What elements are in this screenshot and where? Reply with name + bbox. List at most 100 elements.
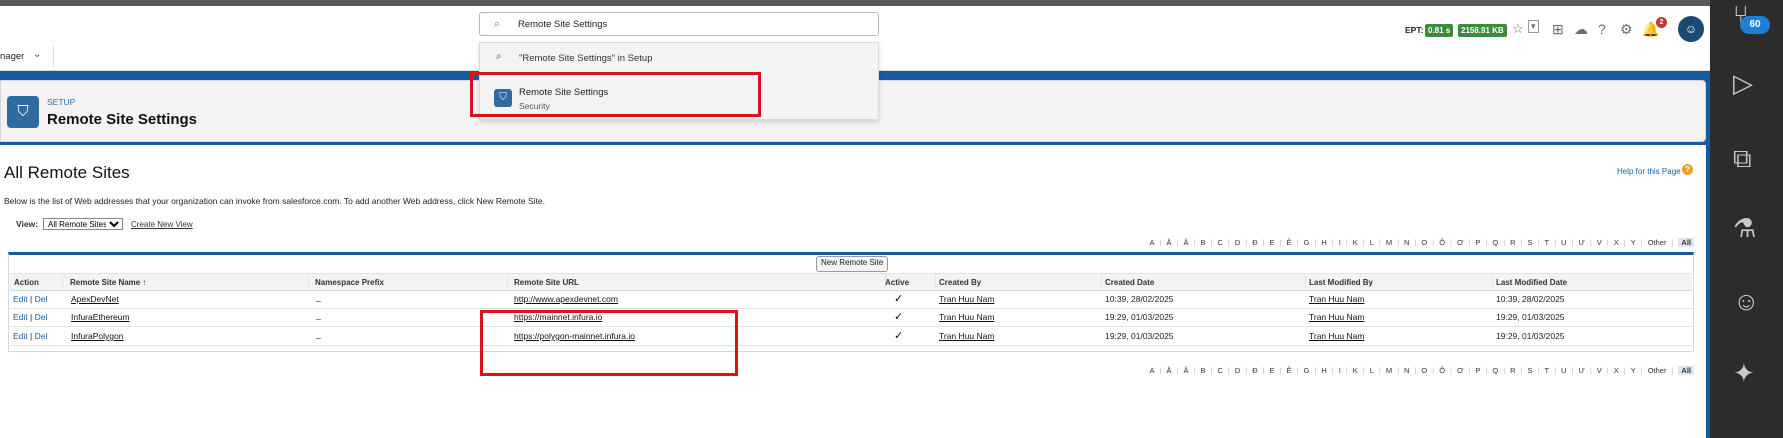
alpha-filter-letter[interactable]: U [1561, 238, 1566, 247]
alpha-filter-letter[interactable]: I [1339, 366, 1341, 375]
run-debug-icon[interactable]: ▷ [1733, 70, 1753, 96]
alpha-filter-letter[interactable]: S [1528, 366, 1533, 375]
alpha-filter-letter[interactable]: Q [1492, 238, 1498, 247]
alpha-filter-letter[interactable]: X [1614, 238, 1619, 247]
alpha-filter-letter[interactable]: H [1321, 366, 1326, 375]
alpha-filter-letter[interactable]: N [1404, 366, 1409, 375]
create-new-view-link[interactable]: Create New View [131, 220, 193, 229]
favorites-dropdown-icon[interactable]: ▾ [1528, 20, 1539, 33]
remote-site-name-link[interactable]: ApexDevNet [71, 294, 119, 304]
alpha-filter-letter[interactable]: H [1321, 238, 1326, 247]
alpha-filter-letter[interactable]: Q [1492, 366, 1498, 375]
alpha-filter-letter[interactable]: L [1370, 366, 1374, 375]
new-remote-site-button[interactable]: New Remote Site [816, 256, 889, 272]
alpha-filter-letter[interactable]: U [1561, 366, 1566, 375]
alpha-filter-letter[interactable]: B [1200, 366, 1205, 375]
edit-link[interactable]: Edit [13, 312, 28, 322]
alpha-filter-letter[interactable]: G [1304, 238, 1310, 247]
edit-link[interactable]: Edit [13, 331, 28, 341]
last-modified-by-link[interactable]: Tran Huu Nam [1309, 294, 1364, 304]
search-in-setup-option[interactable]: ⌕ "Remote Site Settings" in Setup [480, 49, 878, 67]
user-avatar[interactable]: ☺ [1678, 16, 1704, 42]
alpha-filter-letter[interactable]: Đ [1252, 238, 1257, 247]
alpha-filter-letter[interactable]: Y [1631, 366, 1636, 375]
alpha-filter-letter[interactable]: A [1150, 366, 1155, 375]
alpha-filter-letter[interactable]: X [1614, 366, 1619, 375]
alpha-filter-letter[interactable]: V [1597, 238, 1602, 247]
global-actions-icon[interactable]: ⊞ [1552, 21, 1564, 38]
alpha-filter-letter[interactable]: R [1510, 238, 1515, 247]
sparkle-icon[interactable]: ✦ [1733, 360, 1755, 386]
trailhead-icon[interactable]: ☁ [1574, 21, 1588, 38]
alpha-filter-letter[interactable]: D [1235, 238, 1240, 247]
alpha-filter-letter[interactable]: C [1217, 366, 1222, 375]
created-by-link[interactable]: Tran Huu Nam [939, 294, 994, 304]
alpha-filter-letter[interactable]: T [1545, 366, 1550, 375]
search-input[interactable] [518, 16, 858, 32]
last-modified-by-link[interactable]: Tran Huu Nam [1309, 331, 1364, 341]
alpha-filter-letter[interactable]: Ư [1578, 366, 1584, 375]
extensions-icon[interactable]: ⧉ [1733, 145, 1752, 171]
help-icon[interactable]: ? [1598, 21, 1606, 37]
alpha-filter-letter[interactable]: Ư [1578, 238, 1584, 247]
alpha-filter-all[interactable]: All [1678, 238, 1694, 247]
alpha-filter-letter[interactable]: Â [1184, 366, 1189, 375]
remote-site-url[interactable]: http://www.apexdevnet.com [514, 294, 618, 304]
created-by-link[interactable]: Tran Huu Nam [939, 331, 994, 341]
setup-eyebrow[interactable]: SETUP [47, 97, 75, 107]
remote-site-name-link[interactable]: InfuraPolygon [71, 331, 123, 341]
col-remote-site-name[interactable]: Remote Site Name ↑ [70, 278, 146, 287]
copilot-icon[interactable]: ☺ [1733, 288, 1760, 314]
col-active[interactable]: Active [885, 278, 909, 287]
remote-site-url[interactable]: https://polygon-mainnet.infura.io [514, 331, 635, 341]
alpha-filter-letter[interactable]: N [1404, 238, 1409, 247]
alpha-filter-letter[interactable]: Ê [1287, 238, 1292, 247]
col-last-modified-date[interactable]: Last Modified Date [1496, 278, 1567, 287]
alpha-filter-letter[interactable]: V [1597, 366, 1602, 375]
app-name[interactable]: nager [0, 51, 24, 62]
alpha-filter-letter[interactable]: Ă [1167, 238, 1172, 247]
alpha-filter-letter[interactable]: Ô [1439, 238, 1445, 247]
alpha-filter-letter[interactable]: M [1386, 238, 1392, 247]
remote-site-name-link[interactable]: InfuraEthereum [71, 312, 130, 322]
alpha-filter-letter[interactable]: L [1370, 238, 1374, 247]
alpha-filter-other[interactable]: Other [1648, 238, 1667, 247]
col-last-modified-by[interactable]: Last Modified By [1309, 278, 1373, 287]
alpha-filter-letter[interactable]: K [1353, 366, 1358, 375]
alpha-filter-letter[interactable]: Y [1631, 238, 1636, 247]
alpha-filter-letter[interactable]: D [1235, 366, 1240, 375]
alpha-filter-letter[interactable]: R [1510, 366, 1515, 375]
alpha-filter-letter[interactable]: Ơ [1457, 238, 1463, 247]
alpha-filter-letter[interactable]: Â [1184, 238, 1189, 247]
view-select[interactable]: All Remote Sites [43, 218, 123, 230]
testing-flask-icon[interactable]: ⚗ [1733, 215, 1756, 241]
help-question-icon[interactable]: ? [1682, 164, 1693, 175]
alpha-filter-letter[interactable]: Đ [1252, 366, 1257, 375]
alpha-filter-letter[interactable]: A [1150, 238, 1155, 247]
col-created-date[interactable]: Created Date [1105, 278, 1154, 287]
alpha-filter-letter[interactable]: O [1421, 366, 1427, 375]
setup-gear-icon[interactable]: ⚙ [1620, 21, 1633, 38]
col-remote-site-url[interactable]: Remote Site URL [514, 278, 579, 287]
col-namespace-prefix[interactable]: Namespace Prefix [315, 278, 384, 287]
remote-site-url[interactable]: https://mainnet.infura.io [514, 312, 602, 322]
search-result-remote-site-settings[interactable]: ⛉ Remote Site Settings Security [480, 77, 878, 117]
alpha-filter-letter[interactable]: S [1528, 238, 1533, 247]
col-created-by[interactable]: Created By [939, 278, 981, 287]
alpha-filter-letter[interactable]: E [1270, 366, 1275, 375]
edit-link[interactable]: Edit [13, 294, 28, 304]
del-link[interactable]: Del [35, 312, 48, 322]
alpha-filter-letter[interactable]: P [1475, 366, 1480, 375]
alpha-filter-all[interactable]: All [1678, 366, 1694, 375]
alpha-filter-letter[interactable]: Ê [1287, 366, 1292, 375]
last-modified-by-link[interactable]: Tran Huu Nam [1309, 312, 1364, 322]
alpha-filter-letter[interactable]: C [1217, 238, 1222, 247]
alpha-filter-other[interactable]: Other [1648, 366, 1667, 375]
global-search-box[interactable]: ⌕ [479, 12, 879, 36]
alpha-filter-letter[interactable]: T [1545, 238, 1550, 247]
created-by-link[interactable]: Tran Huu Nam [939, 312, 994, 322]
help-link[interactable]: Help for this Page [1617, 167, 1681, 176]
del-link[interactable]: Del [35, 294, 48, 304]
alpha-filter-letter[interactable]: Ơ [1457, 366, 1463, 375]
alpha-filter-letter[interactable]: G [1304, 366, 1310, 375]
